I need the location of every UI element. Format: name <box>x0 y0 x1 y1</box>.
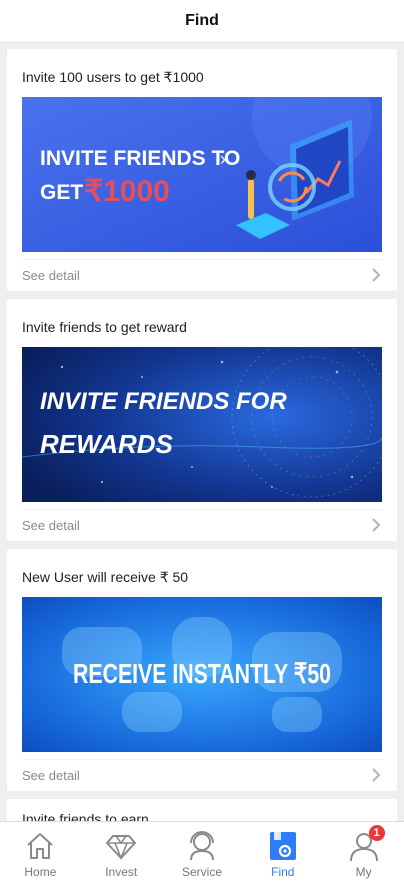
see-detail-link[interactable]: See detail <box>22 268 80 283</box>
tab-find[interactable]: Find <box>242 822 323 885</box>
tab-label: My <box>355 865 372 879</box>
chevron-right-icon[interactable] <box>369 767 383 783</box>
tab-label: Service <box>181 865 222 879</box>
promo-card[interactable]: Invite 100 users to get ₹1000 INVITE FRI… <box>7 49 397 291</box>
promo-card[interactable]: Invite friends to earn <box>7 799 397 821</box>
divider <box>22 759 382 760</box>
promo-banner-invite-1000[interactable]: INVITE FRIENDS TO › GET ₹1000 <box>22 97 382 252</box>
page-title: Find <box>185 12 219 29</box>
tab-label: Home <box>24 865 57 879</box>
diamond-icon <box>104 829 138 863</box>
see-detail-link[interactable]: See detail <box>22 518 80 533</box>
tab-label: Invest <box>105 865 138 879</box>
home-icon <box>23 829 57 863</box>
divider <box>22 509 382 510</box>
bottom-tab-bar: Home Invest Service Find 1 My <box>0 821 404 885</box>
tab-invest[interactable]: Invest <box>81 822 162 885</box>
banner-image: INVITE FRIENDS FOR REWARDS <box>22 347 382 502</box>
banner-headline: RECEIVE INSTANTLY ₹50 <box>73 658 331 689</box>
banner-headline-get: GET <box>40 181 83 204</box>
find-icon <box>266 829 300 863</box>
tab-service[interactable]: Service <box>162 822 243 885</box>
promo-card[interactable]: Invite friends to get reward INVITE FRIE… <box>7 299 397 541</box>
user-icon: 1 <box>347 825 385 863</box>
chevron-right-icon[interactable] <box>369 267 383 283</box>
chevron-right-icon[interactable] <box>369 517 383 533</box>
top-bar: Find <box>0 0 404 43</box>
tab-my[interactable]: 1 My <box>323 822 404 885</box>
find-feed[interactable]: Invite 100 users to get ₹1000 INVITE FRI… <box>0 43 404 821</box>
promo-banner-receive-50[interactable]: RECEIVE INSTANTLY ₹50 <box>22 597 382 752</box>
card-title: Invite friends to earn <box>22 811 149 821</box>
divider <box>22 259 382 260</box>
card-title: Invite friends to get reward <box>22 319 187 335</box>
card-title: New User will receive ₹ 50 <box>22 569 189 585</box>
tab-label: Find <box>271 865 295 879</box>
banner-headline: INVITE FRIENDS TO <box>40 147 240 170</box>
banner-headline: INVITE FRIENDS FOR <box>40 388 287 415</box>
banner-amount: ₹1000 <box>84 175 170 208</box>
card-title: Invite 100 users to get ₹1000 <box>22 69 204 85</box>
banner-image: INVITE FRIENDS TO › GET ₹1000 <box>22 97 382 252</box>
notification-badge: 1 <box>368 825 385 841</box>
see-detail-link[interactable]: See detail <box>22 768 80 783</box>
promo-card[interactable]: New User will receive ₹ 50 RECEIVE INSTA… <box>7 549 397 791</box>
tab-home[interactable]: Home <box>0 822 81 885</box>
headset-icon <box>185 829 219 863</box>
svg-text:›: › <box>220 149 226 169</box>
banner-subheadline: REWARDS <box>40 429 174 459</box>
banner-image: RECEIVE INSTANTLY ₹50 <box>22 597 382 752</box>
promo-banner-invite-rewards[interactable]: INVITE FRIENDS FOR REWARDS <box>22 347 382 502</box>
